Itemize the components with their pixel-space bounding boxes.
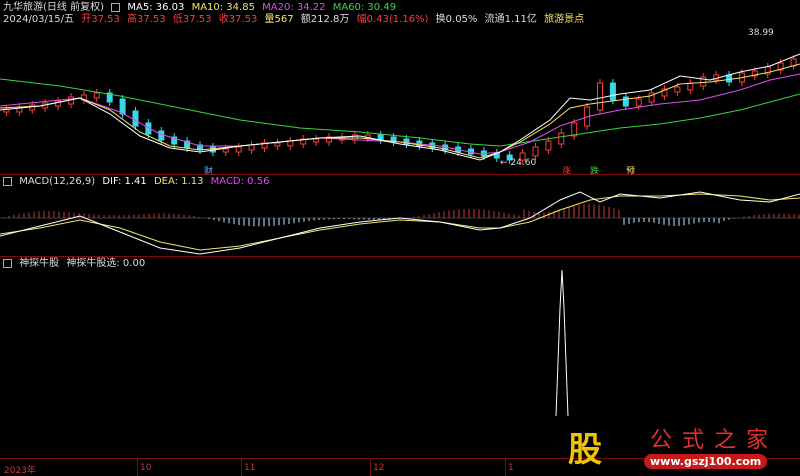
pane-divider[interactable] — [0, 174, 800, 175]
macd-name[interactable]: MACD(12,26,9) — [19, 176, 95, 187]
logo-name: 公式之家 — [650, 428, 779, 453]
x-label: 10 — [140, 463, 152, 473]
signal-spike — [555, 269, 569, 417]
macd-value: MACD: 0.56 — [210, 176, 270, 187]
x-tick — [137, 458, 138, 476]
x-tick — [241, 458, 242, 476]
candle-body — [158, 130, 165, 141]
marker-yu[interactable]: 预 — [626, 164, 635, 177]
macd-chart[interactable] — [0, 188, 800, 256]
candle-body — [287, 140, 294, 147]
candle-body — [132, 110, 139, 127]
candle-body — [635, 98, 642, 107]
marker-die[interactable]: 跌 — [590, 164, 599, 177]
settings-square-icon[interactable] — [111, 2, 121, 12]
candle-body — [571, 122, 578, 137]
logo-char: 股 — [568, 430, 602, 470]
x-tick — [505, 458, 506, 476]
candle-body — [93, 92, 100, 99]
x-label: 11 — [244, 463, 256, 473]
candle-body — [622, 96, 629, 107]
settings-square-icon[interactable] — [3, 258, 12, 268]
candle-body — [274, 142, 281, 147]
candle-body — [700, 76, 707, 87]
candle-body — [558, 132, 565, 145]
stock-title[interactable]: 九华旅游(日线 前复权) — [3, 2, 104, 13]
candle-body — [674, 86, 681, 93]
ma60-label: MA60: 30.49 — [332, 2, 397, 13]
candle-body — [532, 146, 539, 157]
candle-body — [545, 140, 552, 151]
candle-body — [377, 134, 384, 141]
pane-divider[interactable] — [0, 256, 800, 257]
ma5-label: MA5: 36.03 — [127, 2, 185, 13]
logo-url: www.gszj100.com — [644, 454, 768, 469]
price-chart[interactable] — [0, 24, 800, 174]
ma10-label: MA10: 34.85 — [191, 2, 255, 13]
candle-body — [222, 148, 229, 153]
macd-dea: DEA: 1.13 — [153, 176, 204, 187]
candle-body — [313, 138, 320, 143]
low-price-label: ← 24.60 — [500, 158, 537, 168]
macd-header: MACD(12,26,9) DIF: 1.41 DEA: 1.13 MACD: … — [3, 176, 273, 188]
dea-line — [0, 193, 800, 251]
candle-body — [726, 74, 733, 83]
macd-dif: DIF: 1.41 — [102, 176, 147, 187]
ma20-label: MA20: 34.22 — [262, 2, 326, 13]
marker-zhang[interactable]: 涨 — [562, 164, 571, 177]
candle-body — [235, 146, 242, 153]
candle-body — [248, 144, 255, 151]
candle-body — [687, 82, 694, 91]
candle-body — [609, 82, 616, 101]
watermark-logo: 股 公式之家 www.gszj100.com — [560, 420, 796, 472]
dif-line — [0, 191, 800, 255]
x-tick — [370, 458, 371, 476]
x-label: 2023年 — [4, 466, 36, 476]
candle-body — [597, 82, 603, 111]
settings-square-icon[interactable] — [3, 176, 12, 186]
candle-body — [119, 98, 126, 115]
x-label: 1 — [508, 463, 514, 473]
x-label: 12 — [373, 463, 385, 473]
high-price-label: 38.99 — [748, 28, 774, 38]
candle-body — [29, 104, 36, 111]
price-header-row: 九华旅游(日线 前复权) MA5: 36.03 MA10: 34.85 MA20… — [3, 2, 400, 14]
